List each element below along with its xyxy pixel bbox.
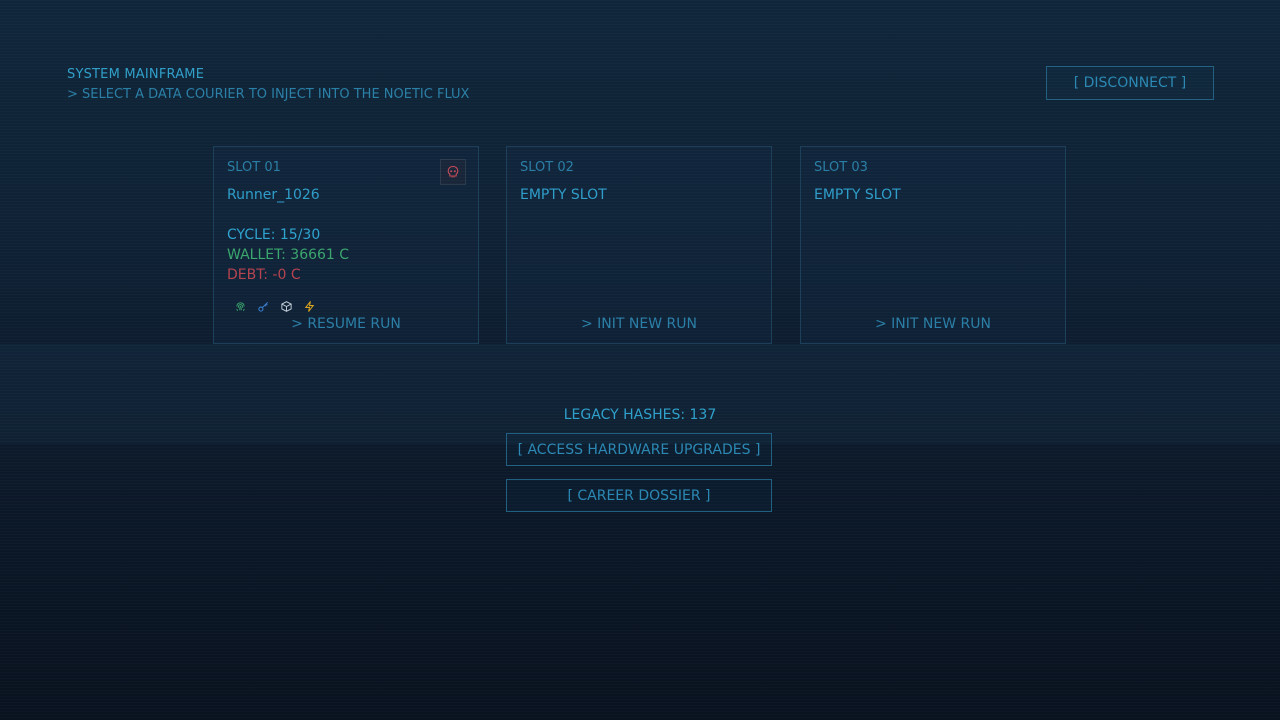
debt-stat: DEBT: -0 C (227, 267, 301, 283)
save-slot-3[interactable]: SLOT 03 EMPTY SLOT > INIT NEW RUN (800, 146, 1066, 344)
hardware-upgrades-button[interactable]: [ ACCESS HARDWARE UPGRADES ] (506, 433, 772, 466)
career-dossier-button[interactable]: [ CAREER DOSSIER ] (506, 479, 772, 512)
slot-status: EMPTY SLOT (520, 187, 607, 203)
slot-label: SLOT 02 (520, 160, 574, 175)
page-subtitle: > SELECT A DATA COURIER TO INJECT INTO T… (67, 87, 470, 102)
inventory-icons (233, 299, 316, 313)
wallet-stat: WALLET: 36661 C (227, 247, 350, 263)
save-slot-2[interactable]: SLOT 02 EMPTY SLOT > INIT NEW RUN (506, 146, 772, 344)
legacy-band (0, 344, 1280, 444)
cube-icon (279, 299, 293, 313)
cycle-stat: CYCLE: 15/30 (227, 227, 321, 243)
key-icon (256, 299, 270, 313)
slot-label: SLOT 01 (227, 160, 281, 175)
slot-status: EMPTY SLOT (814, 187, 901, 203)
disconnect-button[interactable]: [ DISCONNECT ] (1046, 66, 1214, 100)
init-new-run-button[interactable]: > INIT NEW RUN (801, 316, 1065, 332)
page-title: SYSTEM MAINFRAME (67, 67, 205, 82)
lightning-icon (302, 299, 316, 313)
init-new-run-button[interactable]: > INIT NEW RUN (507, 316, 771, 332)
fingerprint-icon (233, 299, 247, 313)
skull-icon (440, 159, 466, 185)
resume-run-button[interactable]: > RESUME RUN (214, 316, 478, 332)
slot-label: SLOT 03 (814, 160, 868, 175)
legacy-hashes: LEGACY HASHES: 137 (563, 407, 717, 423)
save-slot-1[interactable]: SLOT 01 Runner_1026 CYCLE: 15/30 WALLET:… (213, 146, 479, 344)
runner-name: Runner_1026 (227, 187, 320, 203)
